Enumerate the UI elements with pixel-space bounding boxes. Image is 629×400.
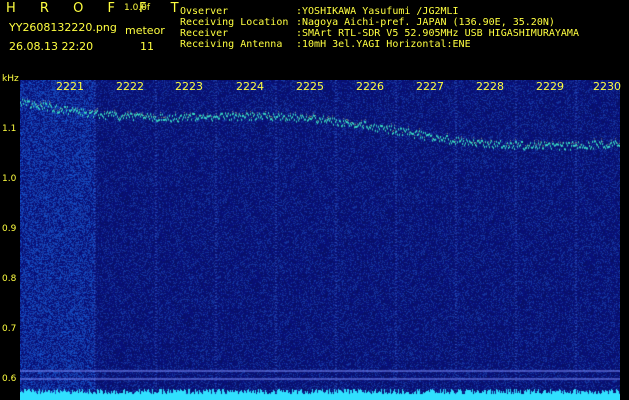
meteor-label: meteor: [125, 24, 165, 37]
info-row-receiver: Receiver:SMArt RTL-SDR V5 52.905MHz USB …: [180, 28, 579, 39]
freq-tick-label: 1.0: [2, 174, 17, 184]
info-row-location: Receiving Location:Nagoya Aichi-pref. JA…: [180, 17, 555, 28]
freq-tick-label: 0.6: [2, 374, 17, 384]
station-info: Ovserver:YOSHIKAWA Yasufumi /JG2MLI Rece…: [180, 6, 579, 50]
info-row-observer: Ovserver:YOSHIKAWA Yasufumi /JG2MLI: [180, 6, 459, 17]
freq-tick-label: 0.8: [2, 274, 17, 284]
header-panel: H R O F F T 1.0.0f YY2608132220.png mete…: [0, 0, 629, 68]
time-tick-label: 2225: [296, 80, 324, 93]
time-tick-label: 2224: [236, 80, 264, 93]
freq-tick-label: 1.1: [2, 124, 17, 134]
filename-label: YY2608132220.png: [9, 21, 117, 34]
time-tick-label: 2228: [476, 80, 504, 93]
time-tick-label: 2230: [593, 80, 621, 93]
time-tick-label: 2222: [116, 80, 144, 93]
time-tick-label: 2226: [356, 80, 384, 93]
app-brand: H R O F F T: [6, 1, 189, 16]
time-tick-label: 2229: [536, 80, 564, 93]
axis-unit-label: kHz: [2, 74, 19, 84]
version-label: 1.0.0f: [124, 3, 151, 13]
datetime-label: 26.08.13 22:20: [9, 40, 94, 53]
freq-tick-label: 0.7: [2, 324, 17, 334]
time-tick-label: 2227: [416, 80, 444, 93]
info-row-antenna: Receiving Antenna:10mH 3el.YAGI Horizont…: [180, 39, 471, 50]
spectrogram-canvas[interactable]: [20, 80, 620, 400]
meteor-count: 11: [140, 40, 154, 53]
freq-tick-label: 0.9: [2, 224, 17, 234]
time-tick-label: 2221: [56, 80, 84, 93]
time-tick-label: 2223: [175, 80, 203, 93]
